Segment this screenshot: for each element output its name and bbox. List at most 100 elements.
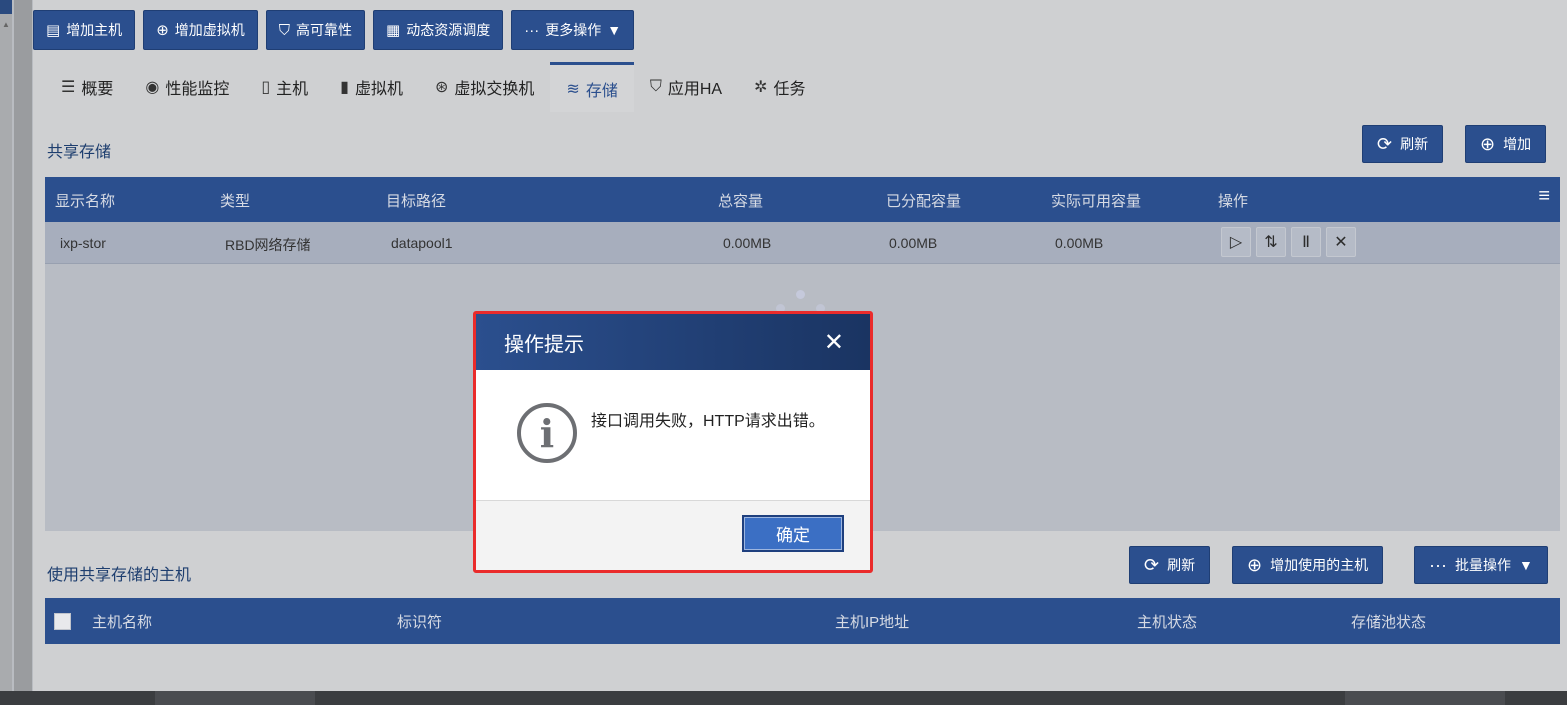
col-host-status[interactable]: 主机状态 — [1137, 611, 1197, 632]
pause-icon[interactable]: Ⅱ — [1291, 227, 1321, 257]
hosts-section-title: 使用共享存储的主机 — [47, 567, 192, 584]
refresh-label: 刷新 — [1400, 136, 1429, 152]
tab-performance[interactable]: ◉ 性能监控 — [129, 62, 245, 112]
plus-circle-icon: ⊕ — [1247, 555, 1263, 575]
tab-hosts[interactable]: ▯ 主机 — [245, 62, 324, 112]
tab-vswitch[interactable]: ⊛ 虚拟交换机 — [419, 62, 550, 112]
col-available-capacity[interactable]: 实际可用容量 — [1051, 190, 1141, 211]
cell-total: 0.00MB — [723, 235, 772, 251]
tab-label: 任务 — [773, 81, 806, 98]
col-type[interactable]: 类型 — [220, 190, 250, 211]
row-actions: ▷ ⇅ Ⅱ ✕ — [1221, 227, 1356, 257]
table-row[interactable]: ixp-stor RBD网络存储 datapool1 0.00MB 0.00MB… — [45, 222, 1560, 264]
cell-available: 0.00MB — [1055, 235, 1104, 251]
shield-icon: ⛉ — [278, 21, 291, 39]
dialog-body: i 接口调用失败，HTTP请求出错。 — [476, 370, 870, 501]
vertical-scrollbar[interactable] — [14, 0, 32, 691]
alert-dialog: 操作提示 ✕ i 接口调用失败，HTTP请求出错。 确定 — [473, 311, 873, 573]
batch-actions-button[interactable]: ··· 批量操作 ▼ — [1414, 546, 1548, 584]
batch-actions-label: 批量操作 — [1454, 557, 1511, 573]
task-icon: ✲ — [754, 79, 768, 96]
cell-allocated: 0.00MB — [889, 235, 938, 251]
sync-icon[interactable]: ⇅ — [1256, 227, 1286, 257]
cell-path: datapool1 — [391, 235, 453, 251]
col-total-capacity[interactable]: 总容量 — [718, 190, 763, 211]
tab-label: 存储 — [585, 82, 618, 100]
dialog-footer: 确定 — [476, 501, 870, 570]
drs-label: 动态资源调度 — [406, 22, 491, 38]
tab-overview[interactable]: ☰ 概要 — [45, 62, 129, 112]
scroll-up-arrow-icon[interactable]: ▲ — [2, 20, 10, 29]
storage-add-button[interactable]: ⊕ 增加 — [1465, 125, 1547, 163]
col-allocated-capacity[interactable]: 已分配容量 — [886, 190, 961, 211]
more-icon: ··· — [1429, 555, 1447, 575]
col-host-name[interactable]: 主机名称 — [92, 611, 152, 632]
caret-down-icon: ▼ — [1518, 557, 1533, 573]
cell-name: ixp-stor — [60, 235, 106, 251]
monitor-icon: ◉ — [145, 79, 160, 96]
col-actions: 操作 — [1218, 193, 1249, 210]
top-toolbar: ▤ 增加主机 ⊕ 增加虚拟机 ⛉ 高可靠性 ▦ 动态资源调度 ··· 更多操作 … — [33, 10, 635, 50]
add-vm-label: 增加虚拟机 — [174, 22, 245, 38]
high-availability-label: 高可靠性 — [296, 22, 353, 38]
hosts-refresh-button[interactable]: ⟳ 刷新 — [1129, 546, 1211, 584]
table-header: 显示名称 类型 目标路径 总容量 已分配容量 实际可用容量 操作 ≡ — [45, 177, 1560, 222]
dialog-header: 操作提示 ✕ — [476, 314, 870, 370]
tab-label: 虚拟机 — [354, 81, 403, 98]
tab-label: 主机 — [276, 81, 309, 98]
select-all-checkbox[interactable] — [54, 613, 71, 630]
column-menu-icon[interactable]: ≡ — [1538, 185, 1550, 208]
delete-icon[interactable]: ✕ — [1326, 227, 1356, 257]
dialog-message: 接口调用失败，HTTP请求出错。 — [591, 413, 825, 430]
caret-down-icon: ▼ — [607, 22, 622, 38]
more-icon: ··· — [524, 21, 540, 39]
tab-tasks[interactable]: ✲ 任务 — [738, 62, 821, 112]
close-icon[interactable]: ✕ — [824, 328, 844, 357]
tab-bar: ☰ 概要 ◉ 性能监控 ▯ 主机 ▮ 虚拟机 ⊛ 虚拟交换机 ≋ 存储 ⛉ 应用… — [45, 62, 822, 112]
host-add-icon: ▤ — [46, 21, 61, 39]
tab-label: 虚拟交换机 — [454, 81, 535, 98]
hosts-table-header: 主机名称 标识符 主机IP地址 主机状态 存储池状态 — [45, 598, 1560, 644]
col-pool-status[interactable]: 存储池状态 — [1351, 611, 1426, 632]
tab-storage[interactable]: ≋ 存储 — [550, 62, 634, 112]
add-host-button[interactable]: ▤ 增加主机 — [33, 10, 136, 50]
bottom-bar — [0, 691, 1567, 705]
tab-label: 概要 — [81, 81, 114, 98]
add-host-label: 增加主机 — [66, 22, 123, 38]
start-icon[interactable]: ▷ — [1221, 227, 1251, 257]
tab-app-ha[interactable]: ⛉ 应用HA — [634, 62, 738, 112]
ok-button[interactable]: 确定 — [742, 515, 844, 552]
col-host-ip[interactable]: 主机IP地址 — [835, 611, 909, 632]
vm-icon: ▮ — [340, 79, 349, 96]
plus-circle-icon: ⊕ — [1480, 134, 1496, 154]
dialog-title: 操作提示 — [504, 333, 584, 356]
add-used-host-label: 增加使用的主机 — [1270, 557, 1369, 573]
left-gutter: ▲ — [0, 0, 12, 691]
more-actions-button[interactable]: ··· 更多操作 ▼ — [511, 10, 635, 50]
high-availability-button[interactable]: ⛉ 高可靠性 — [265, 10, 366, 50]
refresh-label: 刷新 — [1167, 557, 1196, 573]
tab-vms[interactable]: ▮ 虚拟机 — [324, 62, 419, 112]
storage-refresh-button[interactable]: ⟳ 刷新 — [1362, 125, 1444, 163]
gutter-corner — [0, 0, 12, 14]
add-vm-button[interactable]: ⊕ 增加虚拟机 — [143, 10, 258, 50]
add-used-host-button[interactable]: ⊕ 增加使用的主机 — [1232, 546, 1384, 584]
col-identifier[interactable]: 标识符 — [397, 611, 442, 632]
more-actions-label: 更多操作 — [545, 22, 602, 38]
plus-circle-icon: ⊕ — [156, 21, 169, 39]
drs-button[interactable]: ▦ 动态资源调度 — [373, 10, 504, 50]
shared-storage-title: 共享存储 — [47, 144, 112, 161]
refresh-icon: ⟳ — [1377, 134, 1393, 154]
shield-icon: ⛉ — [649, 78, 662, 95]
col-display-name[interactable]: 显示名称 — [55, 190, 115, 211]
schedule-icon: ▦ — [386, 21, 401, 39]
col-target-path[interactable]: 目标路径 — [386, 190, 446, 211]
add-label: 增加 — [1503, 136, 1532, 152]
cell-type: RBD网络存储 — [225, 237, 311, 253]
info-icon: i — [517, 403, 577, 463]
list-icon: ☰ — [61, 79, 76, 96]
tab-label: 应用HA — [667, 81, 723, 98]
database-icon: ≋ — [566, 80, 580, 98]
server-icon: ▯ — [261, 79, 271, 96]
tab-label: 性能监控 — [165, 81, 230, 98]
